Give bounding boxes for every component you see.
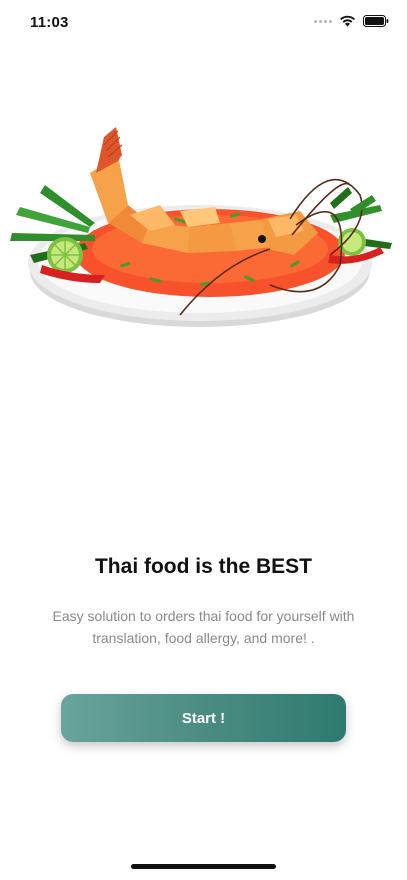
start-button-label: Start ! — [181, 709, 226, 727]
page-subtitle: Easy solution to orders thai food for yo… — [52, 608, 355, 646]
wifi-icon — [340, 15, 355, 27]
page-title: Thai food is the BEST — [94, 555, 312, 578]
start-button[interactable]: Start ! — [61, 694, 346, 742]
status-icons — [314, 15, 389, 27]
shrimp-dish-icon — [10, 127, 392, 327]
signal-dots-icon — [314, 19, 332, 23]
battery-icon — [363, 15, 389, 27]
hero-illustration — [0, 115, 407, 340]
status-bar: 11:03 — [0, 0, 407, 44]
home-indicator[interactable] — [131, 864, 276, 869]
status-time: 11:03 — [30, 14, 69, 31]
